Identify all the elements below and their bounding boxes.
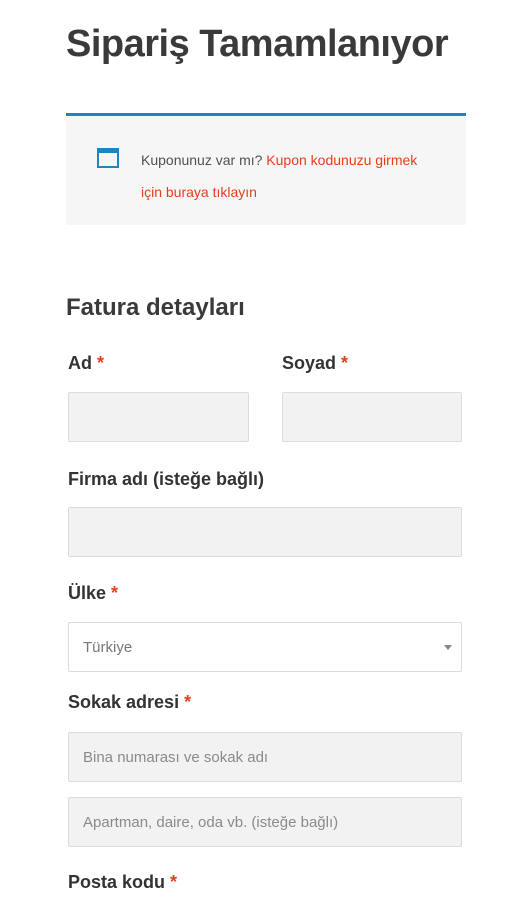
last-name-field[interactable] — [282, 392, 462, 442]
postcode-label: Posta kodu * — [68, 872, 178, 892]
chevron-down-icon — [444, 645, 452, 650]
first-name-field[interactable] — [68, 392, 249, 442]
street-line1-field[interactable] — [68, 732, 462, 782]
required-mark: * — [341, 353, 349, 373]
company-label: Firma adı (isteğe bağlı) — [68, 469, 265, 489]
window-icon — [97, 148, 119, 168]
coupon-question: Kuponunuz var mı? — [141, 152, 263, 168]
country-selected-value: Türkiye — [83, 638, 133, 656]
country-label: Ülke * — [68, 583, 119, 603]
page-title: Sipariş Tamamlanıyor — [66, 23, 449, 65]
company-field[interactable] — [68, 507, 462, 557]
required-mark: * — [170, 872, 178, 892]
required-mark: * — [111, 583, 119, 603]
street-label: Sokak adresi * — [68, 692, 192, 712]
required-mark: * — [97, 353, 105, 373]
street-line2-field[interactable] — [68, 797, 462, 847]
required-mark: * — [184, 692, 192, 712]
billing-title: Fatura detayları — [66, 294, 245, 321]
coupon-notice: Kuponunuz var mı? Kupon kodunuzu girmek … — [66, 113, 466, 225]
first-name-label: Ad * — [68, 353, 105, 373]
last-name-label: Soyad * — [282, 353, 349, 373]
coupon-message: Kuponunuz var mı? Kupon kodunuzu girmek … — [141, 144, 431, 208]
country-select[interactable]: Türkiye — [68, 622, 462, 672]
